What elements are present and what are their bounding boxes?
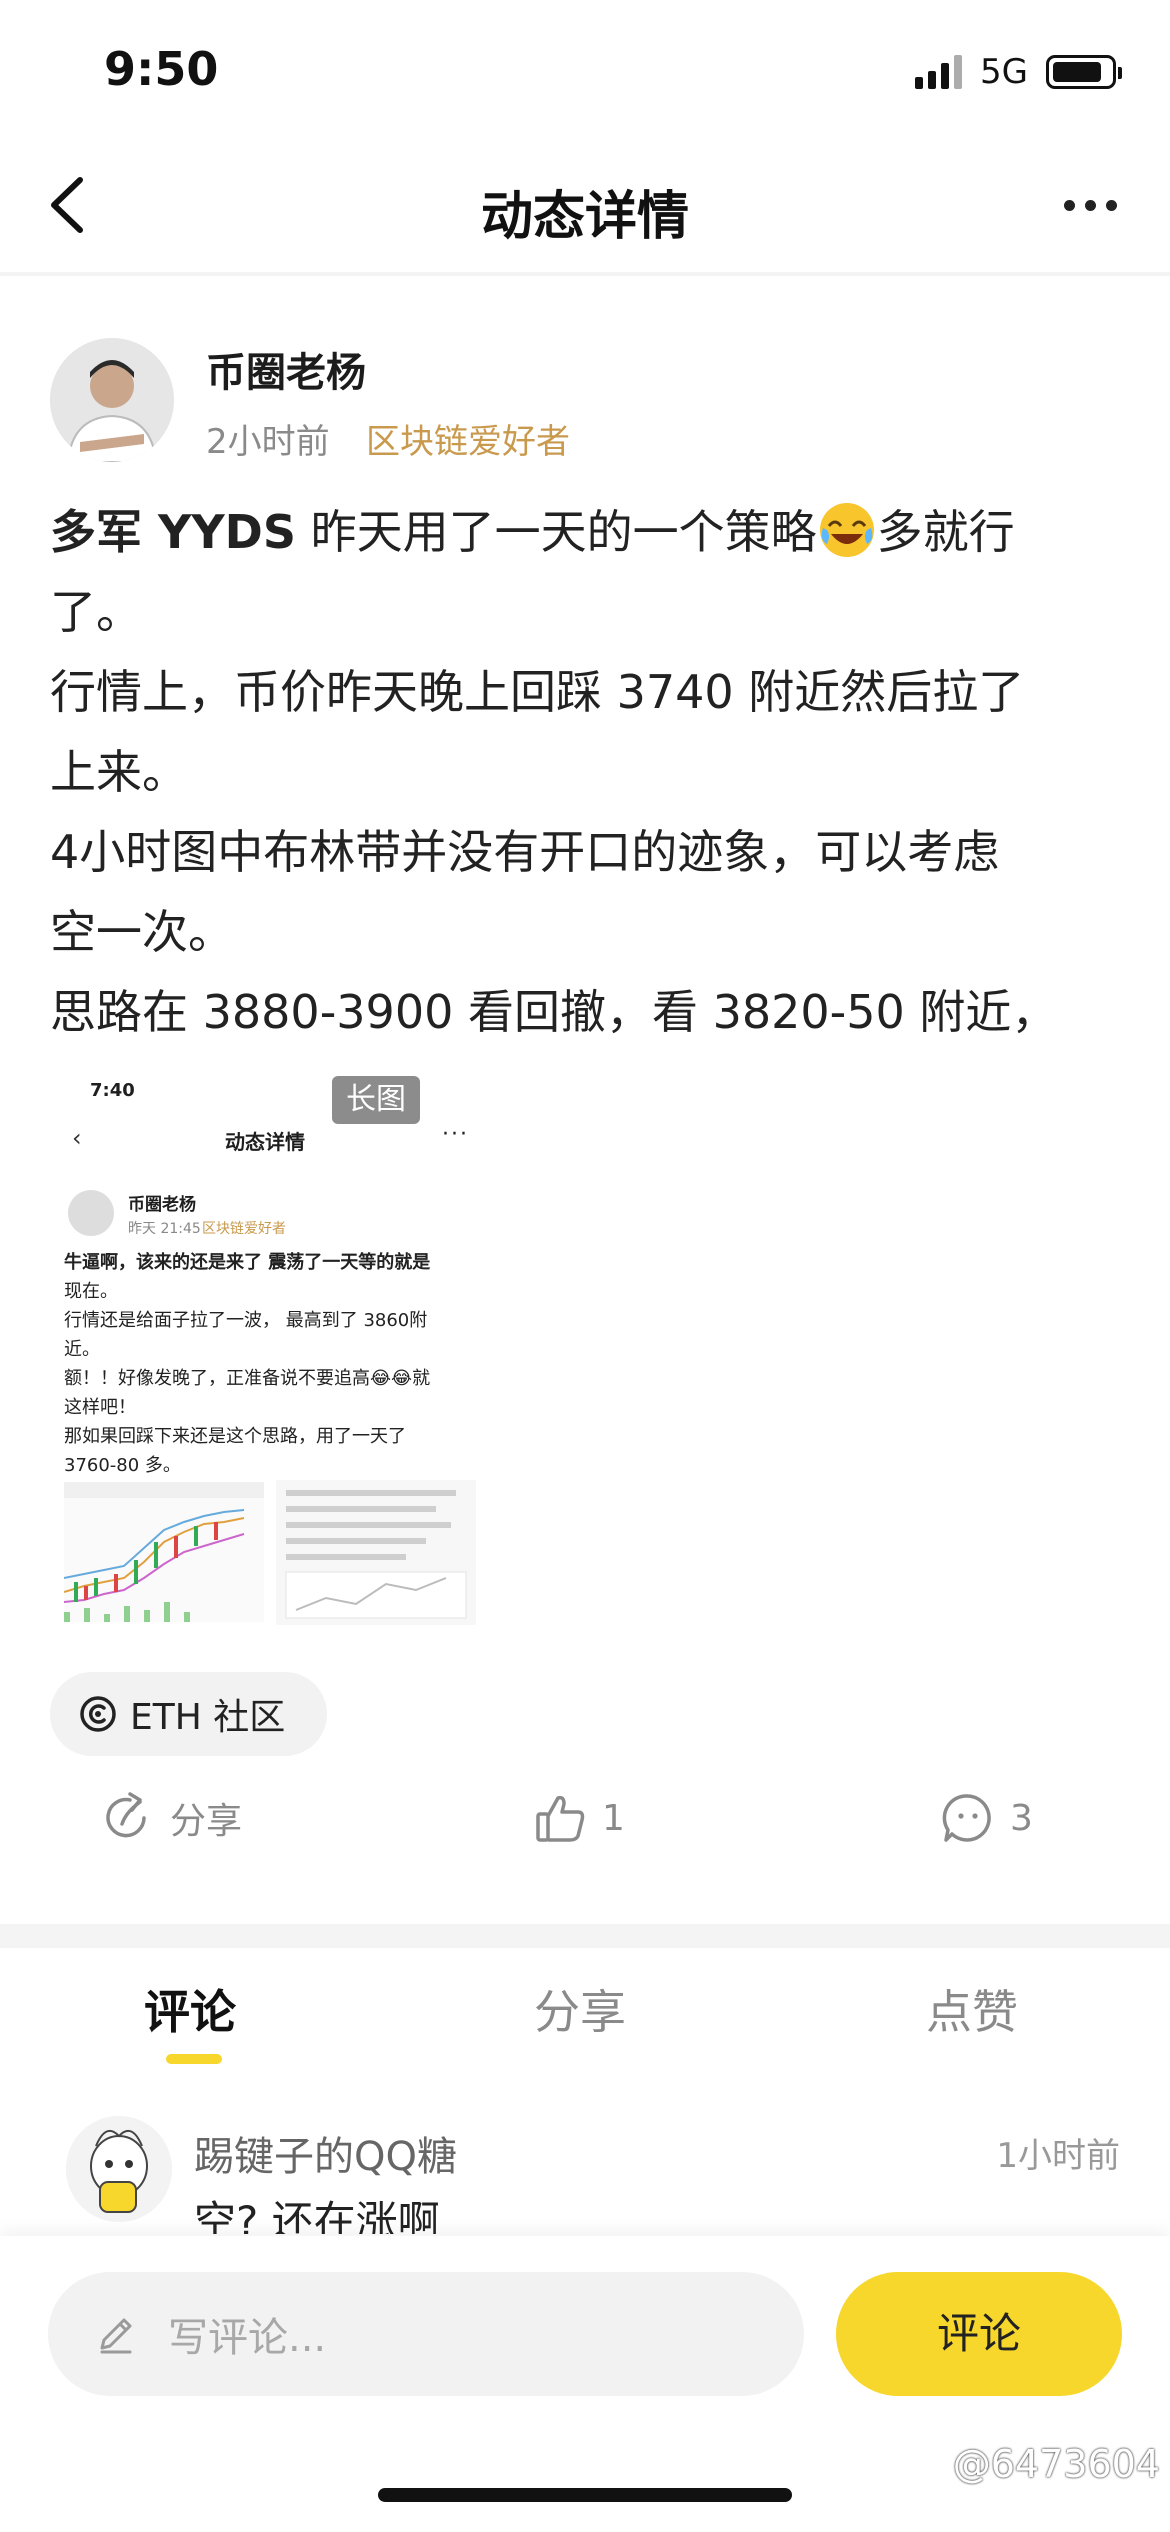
more-dot [1105, 199, 1117, 211]
thumbs-up-icon [536, 1795, 585, 1842]
status-indicators: 5G [915, 52, 1122, 92]
author-tag: 区块链爱好者 [366, 422, 570, 462]
post-line: 上来。 [50, 745, 188, 799]
share-icon [106, 1792, 146, 1838]
image-more-icon: ··· [442, 1122, 469, 1147]
image-line: 近。 [64, 1339, 100, 1360]
network-label: 5G [980, 52, 1028, 92]
comment-placeholder: 写评论... [168, 2315, 327, 2361]
post-image[interactable]: 7:40 ‹ 动态详情 ··· 币圈老杨 昨天 21:45 区块链爱好者 牛逼啊… [50, 1072, 478, 1628]
community-chip[interactable]: ETH 社区 [50, 1672, 328, 1756]
cartoon-avatar-icon [66, 2116, 172, 2222]
post-line: 4小时图中布林带并没有开口的迹象，可以考虑 [50, 825, 1000, 879]
image-title: 动态详情 [225, 1130, 305, 1154]
commenter-name[interactable]: 踢键子的QQ糖 [194, 2124, 457, 2182]
image-avatar [68, 1190, 114, 1236]
laughing-emoji-icon [819, 503, 874, 557]
image-tag: 区块链爱好者 [202, 1221, 286, 1237]
image-side-panel [276, 1480, 476, 1625]
post-highlight: 多军 YYDS [50, 505, 296, 559]
image-status-time: 7:40 [90, 1080, 135, 1101]
pencil-icon [100, 2318, 132, 2354]
share-action[interactable]: 分享 [100, 1790, 242, 1846]
community-label: ETH 社区 [130, 1697, 286, 1738]
image-line: 牛逼啊，该来的还是来了 震荡了一天等的就是 [64, 1252, 431, 1273]
watermark: @6473604 [952, 2442, 1160, 2486]
nav-bar: 动态详情 [0, 140, 1170, 270]
post-line: 多军 YYDS 昨天用了一天的一个策略 多就行 [50, 492, 1130, 572]
like-count: 1 [602, 1797, 625, 1839]
post-time: 2小时前 [206, 422, 330, 462]
image-line: 行情还是给面子拉了一波， 最高到了 3860附 [64, 1310, 428, 1331]
page-title: 动态详情 [480, 187, 689, 247]
post-text: 昨天用了一天的一个策略 [295, 505, 817, 559]
like-action[interactable]: 1 [532, 1790, 625, 1846]
comment-text: 空? 还在涨啊 [194, 2197, 440, 2234]
tab-shares[interactable]: 分享 [534, 1976, 626, 2042]
image-line: 这样吧！ [64, 1397, 136, 1418]
tab-indicator [166, 2054, 222, 2064]
image-chart [63, 1482, 264, 1622]
post-line: 空一次。 [50, 905, 234, 959]
status-bar: 9:50 5G [0, 0, 1170, 140]
tab-likes[interactable]: 点赞 [926, 1976, 1018, 2042]
status-time: 9:50 [104, 42, 219, 96]
image-line: 3760-80 多。 [64, 1455, 181, 1476]
post-text: 多就行 [876, 505, 1015, 559]
commenter-avatar[interactable] [66, 2116, 172, 2222]
image-line: 现在。 [64, 1281, 118, 1302]
comment-bubble-icon [942, 1794, 991, 1842]
post-line: 思路在 3880-3900 看回撤，看 3820-50 附近， [50, 985, 1058, 1039]
community-icon [80, 1696, 116, 1732]
more-button[interactable] [1050, 180, 1130, 230]
image-post-time: 昨天 21:45 [128, 1221, 201, 1237]
signal-icon [915, 55, 963, 89]
person-avatar-icon [50, 338, 174, 462]
comment-action[interactable]: 3 [940, 1790, 1033, 1846]
post-line: 了。 [50, 585, 142, 639]
image-line: 额！！好像发晚了，正准备说不要追高😂😂就 [64, 1368, 431, 1389]
author-avatar[interactable] [50, 338, 174, 462]
long-image-badge: 长图 [332, 1076, 420, 1124]
image-line: 那如果回踩下来还是这个思路，用了一天了 [64, 1426, 406, 1447]
image-author: 币圈老杨 [128, 1195, 196, 1215]
image-text: 牛逼啊，该来的还是来了 震荡了一天等的就是 现在。 行情还是给面子拉了一波， 最… [64, 1248, 464, 1480]
comment-time: 1小时前 [996, 2136, 1120, 2176]
more-dot [1084, 199, 1096, 211]
author-name[interactable]: 币圈老杨 [206, 340, 366, 398]
submit-comment-button[interactable]: 评论 [836, 2272, 1122, 2396]
section-divider [0, 1924, 1170, 1948]
battery-icon [1046, 55, 1122, 89]
post-content: 多军 YYDS 昨天用了一天的一个策略 多就行 了。 行情上，币价昨天晚上回踩 3… [50, 492, 1130, 1052]
divider [0, 272, 1170, 276]
tab-comments[interactable]: 评论 [144, 1976, 236, 2042]
post-line: 行情上，币价昨天晚上回踩 3740 附近然后拉了 [50, 665, 1025, 719]
home-indicator[interactable] [378, 2488, 792, 2502]
share-label: 分享 [170, 1801, 243, 1842]
bottom-bar: 写评论... 评论 @6473604 [0, 2236, 1170, 2532]
more-dot [1063, 199, 1075, 211]
comment-input[interactable]: 写评论... [48, 2272, 804, 2396]
comment-count: 3 [1010, 1797, 1033, 1839]
